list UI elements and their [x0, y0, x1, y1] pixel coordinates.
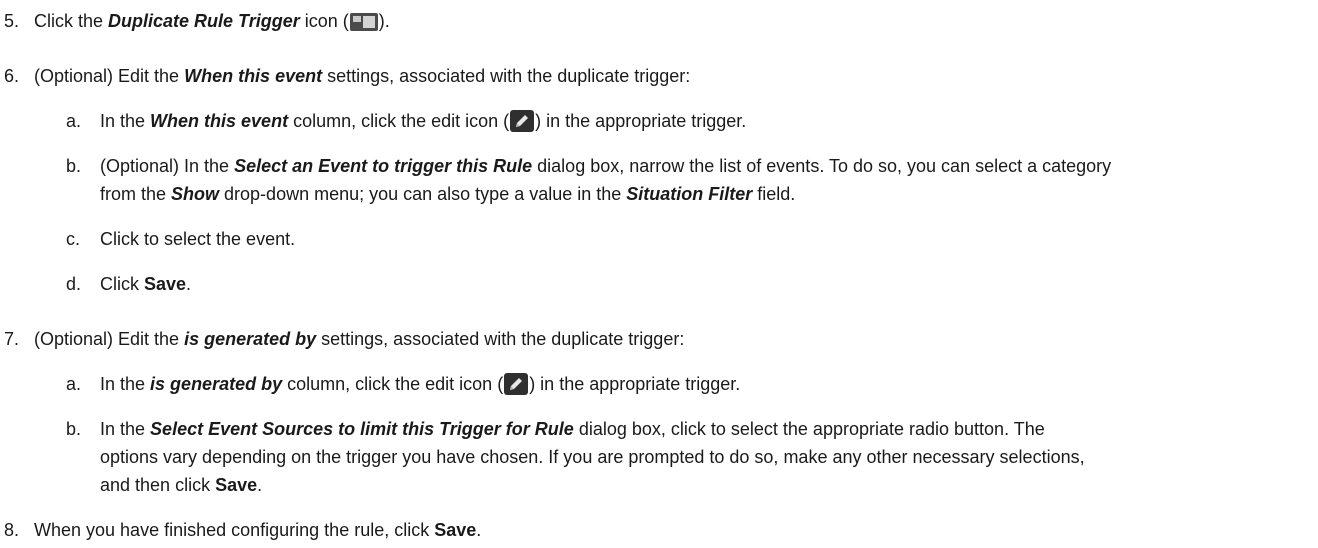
step-text: When you have finished configuring the r… — [34, 520, 482, 540]
substep-text: In the is generated by column, click the… — [100, 373, 741, 395]
ui-term: Save — [144, 274, 187, 294]
substep-7b-continued: and then click Save. — [100, 475, 263, 495]
substep-6b-continued: from the Show drop-down menu; you can al… — [100, 184, 796, 204]
step-number: 6. — [4, 66, 20, 86]
substep-text: Click to select the event. — [100, 229, 296, 249]
ui-term: When this event — [150, 111, 289, 131]
step-text: (Optional) Edit the is generated by sett… — [34, 329, 685, 349]
substep-letter: b. — [66, 156, 82, 176]
substep-letter: b. — [66, 419, 82, 439]
substep-7b-continued: options vary depending on the trigger yo… — [100, 447, 1085, 467]
ui-term: is generated by — [184, 329, 317, 349]
ui-term: Situation Filter — [626, 184, 753, 204]
substep-text: In the Select Event Sources to limit thi… — [100, 419, 1045, 439]
step-text: (Optional) Edit the When this event sett… — [34, 66, 691, 86]
substep-letter: c. — [66, 229, 81, 249]
ui-term: Save — [434, 520, 477, 540]
step-number: 8. — [4, 520, 20, 540]
ui-term: When this event — [184, 66, 323, 86]
substep-text: In the When this event column, click the… — [100, 110, 747, 132]
step-text: Click the Duplicate Rule Trigger icon ()… — [34, 11, 390, 31]
substep-text: (Optional) In the Select an Event to tri… — [100, 156, 1112, 176]
ui-term: Duplicate Rule Trigger — [108, 11, 300, 31]
step-number: 7. — [4, 329, 20, 349]
edit-icon — [504, 373, 529, 395]
duplicate-rule-trigger-icon — [349, 13, 378, 31]
ui-term: is generated by — [150, 374, 283, 394]
substep-letter: d. — [66, 274, 82, 294]
ui-term: Select an Event to trigger this Rule — [234, 156, 533, 176]
edit-icon — [510, 110, 535, 132]
substep-text: Click Save. — [100, 274, 192, 294]
step-number: 5. — [4, 11, 20, 31]
ui-term: Show — [171, 184, 220, 204]
substep-letter: a. — [66, 111, 82, 131]
substep-letter: a. — [66, 374, 82, 394]
ui-term: Save — [215, 475, 258, 495]
ui-term: Select Event Sources to limit this Trigg… — [150, 419, 574, 439]
